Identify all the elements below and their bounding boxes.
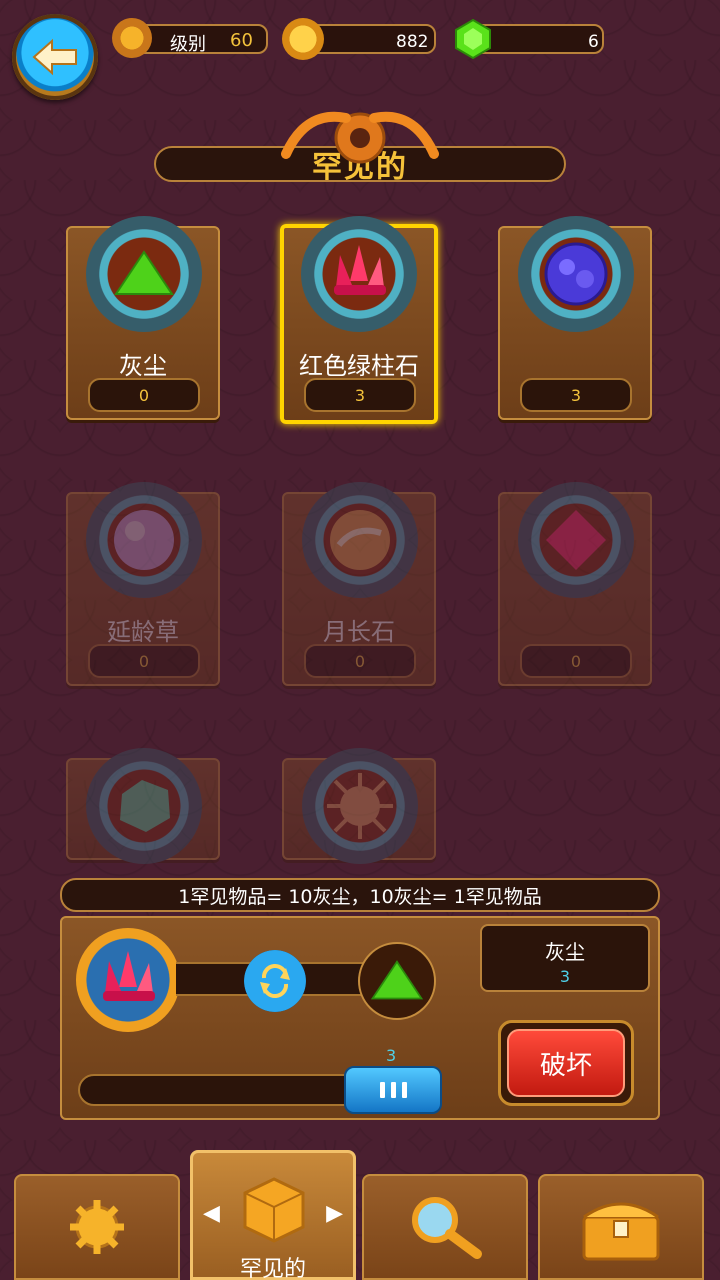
- treasure-chest-icon: [582, 1202, 660, 1261]
- material-card-moonstone[interactable]: 月长石 0: [282, 482, 436, 686]
- card-count: 0: [304, 644, 416, 678]
- card-count: 0: [88, 644, 200, 678]
- pink-gem-icon: [518, 482, 634, 598]
- material-card-spiky-seed[interactable]: [282, 748, 436, 864]
- chevron-left-icon[interactable]: ◀: [203, 1201, 220, 1226]
- target-item-icon: [358, 942, 436, 1020]
- material-card-trillium[interactable]: 延龄草 0: [66, 482, 220, 686]
- dice-cube-icon: [243, 1177, 305, 1243]
- material-card-jade[interactable]: [66, 748, 220, 864]
- magnifier-icon: [412, 1197, 482, 1259]
- break-button-label: 破坏: [507, 1029, 625, 1097]
- gear-level-icon: [112, 18, 152, 58]
- quantity-slider-thumb[interactable]: [344, 1066, 442, 1114]
- conversion-rate-text: 1罕见物品= 10灰尘，10灰尘= 1罕见物品: [178, 885, 542, 908]
- coin-icon: [282, 18, 324, 60]
- target-item-name: 灰尘: [545, 940, 585, 964]
- back-button[interactable]: [12, 14, 98, 100]
- card-count: 3: [304, 378, 416, 412]
- spiky-seed-icon: [302, 748, 418, 864]
- material-card-blue-crystal[interactable]: 3: [498, 216, 652, 420]
- tab-chest[interactable]: [538, 1174, 704, 1280]
- chevron-right-icon[interactable]: ▶: [326, 1201, 343, 1226]
- slider-value: 3: [386, 1046, 397, 1065]
- dust-icon: [86, 216, 202, 332]
- refresh-icon: [260, 963, 290, 999]
- red-crystal-icon: [301, 216, 417, 332]
- card-count: 0: [88, 378, 200, 412]
- material-card-dust[interactable]: 灰尘 0: [66, 216, 220, 420]
- coin-count: 882: [396, 32, 429, 52]
- material-card-red-beryl[interactable]: 红色绿柱石 3: [280, 216, 438, 424]
- card-name: 灰尘: [119, 352, 167, 380]
- material-card-pink-gem[interactable]: 0: [498, 482, 652, 686]
- pickaxe-gear-ornament-icon: [276, 104, 444, 166]
- gem-count: 6: [588, 32, 599, 52]
- blue-stone-icon: [518, 216, 634, 332]
- tab-search[interactable]: [362, 1174, 528, 1280]
- moonstone-icon: [302, 482, 418, 598]
- level-label: 级别: [170, 34, 206, 55]
- target-item-box: 灰尘 3: [480, 924, 650, 992]
- tab-settings[interactable]: [14, 1174, 180, 1280]
- tab-label: 罕见的: [239, 1257, 306, 1280]
- gear-icon: [70, 1200, 124, 1254]
- target-item-count: 3: [559, 967, 571, 986]
- green-gem-icon: [452, 18, 494, 60]
- level-value: 60: [230, 30, 253, 51]
- card-name: 月长石: [323, 618, 395, 646]
- card-count: 3: [520, 378, 632, 412]
- source-item-icon: [76, 928, 180, 1032]
- arrow-left-icon: [32, 38, 77, 76]
- card-count: 0: [520, 644, 632, 678]
- conversion-rate-bar: 1罕见物品= 10灰尘，10灰尘= 1罕见物品: [60, 878, 660, 912]
- green-rock-icon: [86, 748, 202, 864]
- break-button[interactable]: 破坏: [498, 1020, 634, 1106]
- card-name: 红色绿柱石: [299, 352, 419, 380]
- tab-rare[interactable]: ◀ ▶ 罕见的: [190, 1150, 356, 1280]
- swap-button[interactable]: [244, 950, 306, 1012]
- card-name: 延龄草: [107, 618, 179, 646]
- purple-orb-icon: [86, 482, 202, 598]
